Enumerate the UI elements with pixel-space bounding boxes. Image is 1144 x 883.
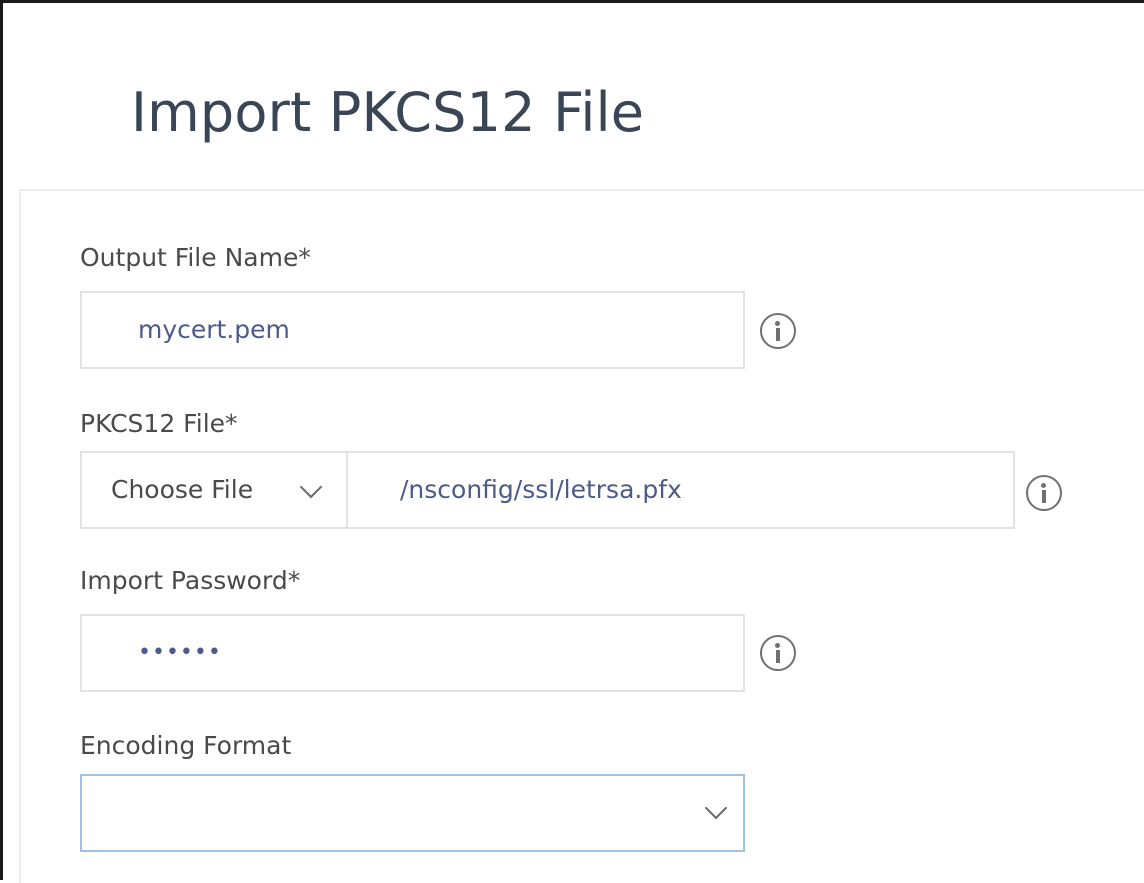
choose-file-dropdown[interactable]: Choose File (82, 453, 348, 527)
chevron-down-icon (704, 796, 728, 820)
chevron-down-icon (299, 475, 323, 499)
encoding-format-select[interactable] (80, 774, 745, 852)
header-divider (19, 189, 1144, 191)
pkcs12-file-info-icon[interactable] (1026, 475, 1062, 511)
output-file-name-info-icon[interactable] (760, 313, 796, 349)
import-password-info-icon[interactable] (760, 635, 796, 671)
pkcs12-file-path-field[interactable]: /nsconfig/ssl/letrsa.pfx (400, 473, 682, 507)
import-password-input[interactable]: •••••• (80, 614, 745, 692)
import-password-masked-value: •••••• (138, 640, 222, 665)
import-password-label: Import Password* (80, 566, 301, 595)
choose-file-label: Choose File (111, 475, 254, 504)
form-panel-border (19, 189, 21, 883)
output-file-name-value: mycert.pem (138, 315, 290, 344)
output-file-name-label: Output File Name* (80, 243, 311, 272)
pkcs12-file-input-group: Choose File /nsconfig/ssl/letrsa.pfx (80, 451, 1015, 529)
output-file-name-input[interactable]: mycert.pem (80, 291, 745, 369)
encoding-format-label: Encoding Format (80, 731, 292, 760)
dialog-window: Import PKCS12 File Output File Name* myc… (0, 0, 1144, 883)
pkcs12-file-label: PKCS12 File* (80, 409, 238, 438)
dialog-title: Import PKCS12 File (131, 81, 645, 144)
